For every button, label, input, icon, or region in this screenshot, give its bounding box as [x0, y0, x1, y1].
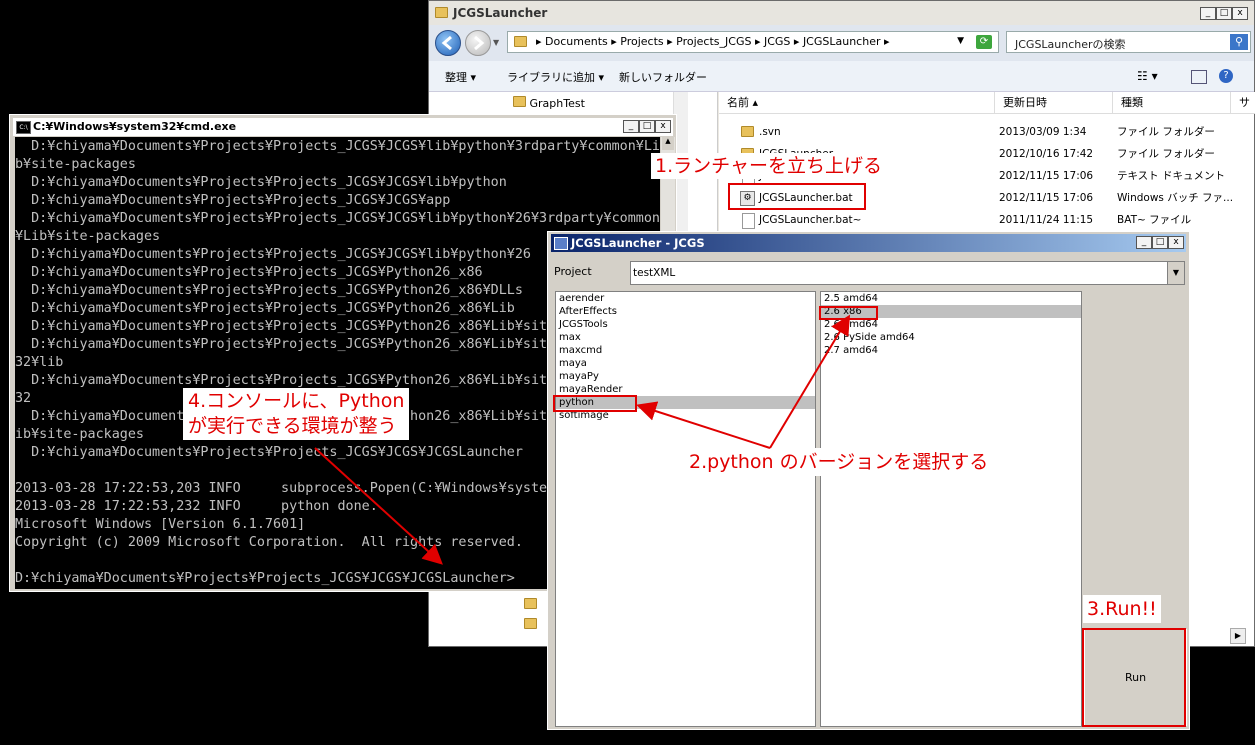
arrow-to-app: [636, 401, 771, 449]
arrow-to-console: [314, 447, 443, 565]
arrow-to-version: [769, 314, 851, 449]
annotation-arrows: [314, 314, 851, 565]
